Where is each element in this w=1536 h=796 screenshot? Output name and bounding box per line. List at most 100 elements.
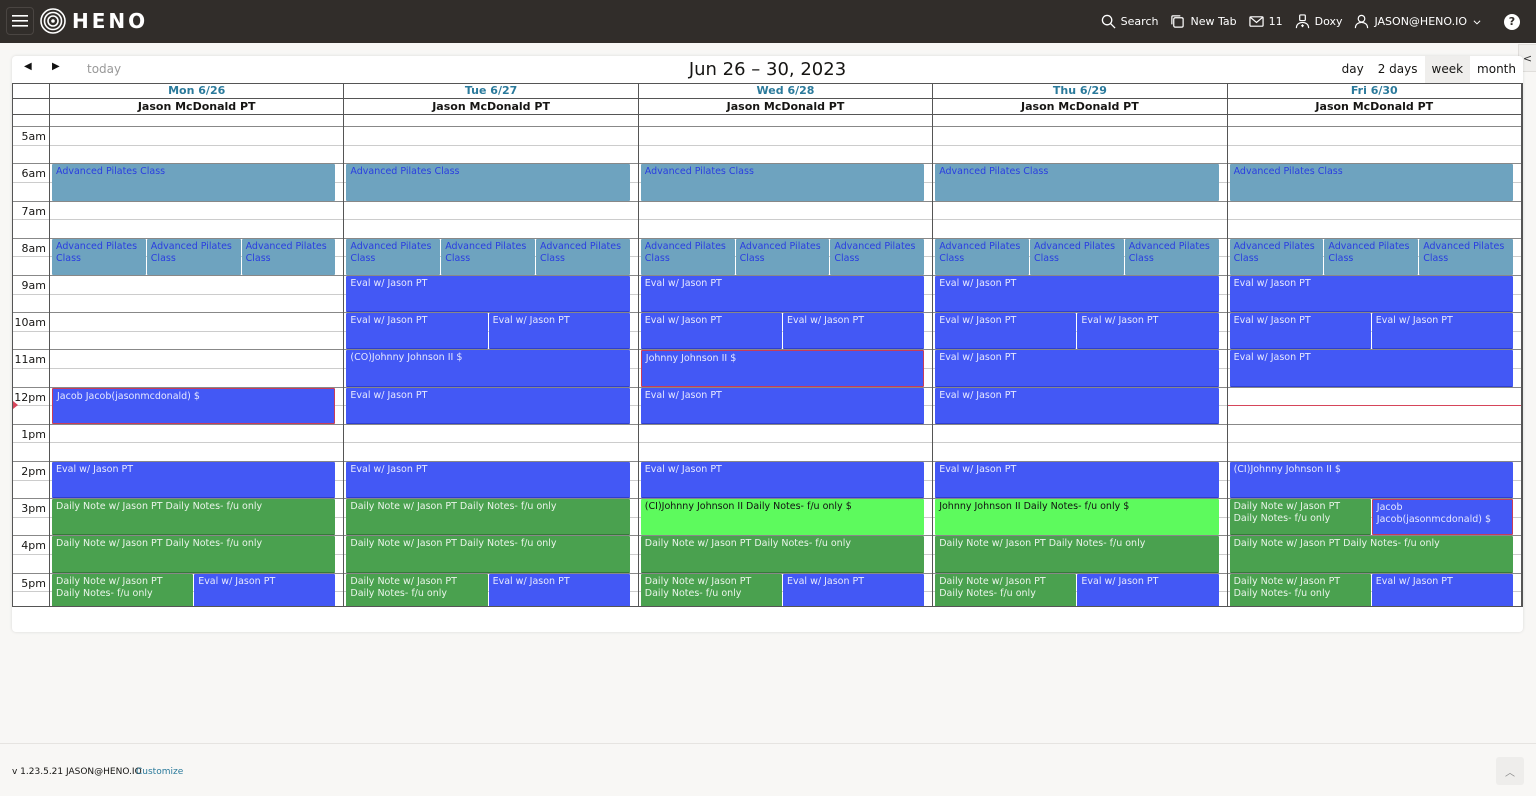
calendar-event[interactable]: Eval w/ Jason PT [52, 461, 336, 499]
calendar-event[interactable]: Eval w/ Jason PT [1229, 350, 1513, 387]
calendar-event[interactable]: Eval w/ Jason PT [782, 573, 925, 606]
menu-button[interactable] [6, 7, 34, 35]
day-column[interactable]: Mon 6/26 Jason McDonald PT Advanced Pilate… [50, 84, 345, 606]
calendar-event[interactable]: (CI)Johnny Johnson II Daily Notes- f/u o… [640, 499, 925, 536]
calendar-event[interactable]: Advanced Pilates Class [346, 164, 630, 201]
calendar-event[interactable]: Advanced Pilates Class [1419, 238, 1513, 275]
calendar-event[interactable]: Advanced Pilates Class [535, 238, 630, 275]
calendar-event[interactable]: Eval w/ Jason PT [346, 275, 630, 313]
calendar-event[interactable]: Eval w/ Jason PT [346, 461, 630, 499]
time-slot [1227, 423, 1521, 425]
calendar-event[interactable]: Daily Note w/ Jason PT Daily Notes- f/u … [52, 536, 336, 573]
calendar-event[interactable]: Eval w/ Jason PT [935, 461, 1219, 499]
calendar-event[interactable]: Eval w/ Jason PT [1077, 573, 1219, 606]
calendar-event[interactable]: Eval w/ Jason PT [1229, 275, 1513, 313]
day-header[interactable]: Thu 6/29 [933, 84, 1227, 99]
calendar-event[interactable]: (CI)Johnny Johnson II $ [1229, 461, 1513, 499]
calendar-event[interactable]: Advanced Pilates Class [241, 238, 336, 275]
time-slot-line [13, 405, 49, 407]
user-menu[interactable]: JASON@HENO.IO [1354, 14, 1482, 29]
calendar-event[interactable]: Eval w/ Jason PT [194, 573, 336, 606]
calendar-event[interactable]: Eval w/ Jason PT [1229, 313, 1371, 350]
calendar-event[interactable]: Johnny Johnson II Daily Notes- f/u only … [935, 499, 1219, 536]
help-button[interactable]: ? [1504, 13, 1520, 30]
calendar-event[interactable]: Advanced Pilates Class [640, 164, 925, 201]
doxy-button[interactable]: Doxy [1295, 14, 1342, 29]
calendar-event[interactable]: Advanced Pilates Class [346, 238, 441, 275]
calendar-event[interactable]: Eval w/ Jason PT [935, 387, 1219, 424]
calendar-event[interactable]: Eval w/ Jason PT [935, 275, 1219, 313]
calendar-event[interactable]: Advanced Pilates Class [1229, 164, 1513, 201]
calendar-event[interactable]: Daily Note w/ Jason PT Daily Notes- f/u … [52, 499, 336, 536]
calendar-event[interactable]: Advanced Pilates Class [1029, 238, 1124, 275]
calendar-event[interactable]: Johnny Johnson II $ [640, 350, 925, 387]
messages-button[interactable]: 11 [1248, 14, 1283, 29]
calendar-event[interactable]: Daily Note w/ Jason PT Daily Notes- f/u … [640, 536, 925, 573]
calendar-event[interactable]: Eval w/ Jason PT [346, 387, 630, 424]
calendar-event[interactable]: Advanced Pilates Class [830, 238, 925, 275]
calendar-event[interactable]: Advanced Pilates Class [146, 238, 241, 275]
calendar-event[interactable]: Eval w/ Jason PT [935, 350, 1219, 387]
calendar-event[interactable]: Daily Note w/ Jason PT Daily Notes- f/u … [52, 573, 194, 606]
calendar-event[interactable]: (CO)Johnny Johnson II $ [346, 350, 630, 387]
day-column[interactable]: Thu 6/29 Jason McDonald PT Advanced Pilate… [933, 84, 1228, 606]
calendar-event[interactable]: Daily Note w/ Jason PT Daily Notes- f/u … [640, 573, 782, 606]
calendar-event[interactable]: Jacob Jacob(jasonmcdonald) $ [52, 387, 336, 424]
view-week-button[interactable]: week [1424, 56, 1471, 83]
calendar-event[interactable]: Daily Note w/ Jason PT Daily Notes- f/u … [935, 573, 1077, 606]
calendar-event[interactable]: Eval w/ Jason PT [640, 313, 782, 350]
calendar-event[interactable]: Advanced Pilates Class [1229, 238, 1324, 275]
calendar-event[interactable]: Daily Note w/ Jason PT Daily Notes- f/u … [346, 536, 630, 573]
day-header[interactable]: Wed 6/28 [638, 84, 933, 99]
calendar-event[interactable]: Eval w/ Jason PT [1371, 313, 1513, 350]
brand-logo[interactable]: HENO [40, 8, 148, 34]
scroll-to-top-button[interactable]: ︿ [1496, 757, 1524, 785]
new-tab-button[interactable]: New Tab [1170, 14, 1237, 29]
day-column[interactable]: Wed 6/28 Jason McDonald PT Advanced Pilate… [638, 84, 934, 606]
calendar-event[interactable]: Advanced Pilates Class [935, 238, 1029, 275]
calendar-event[interactable]: Eval w/ Jason PT [1077, 313, 1219, 350]
day-header[interactable]: Fri 6/30 [1227, 84, 1521, 99]
day-header[interactable]: Mon 6/26 [50, 84, 344, 99]
calendar-event[interactable]: Eval w/ Jason PT [640, 387, 925, 424]
day-column[interactable]: Fri 6/30 Jason McDonald PT Advanced Pilate… [1227, 84, 1522, 606]
calendar-event[interactable]: Daily Note w/ Jason PT Daily Notes- f/u … [346, 573, 488, 606]
calendar-event[interactable]: Eval w/ Jason PT [488, 573, 630, 606]
calendar-event[interactable]: Advanced Pilates Class [441, 238, 535, 275]
time-slot [1227, 219, 1521, 221]
time-slot [50, 144, 344, 146]
calendar-event[interactable]: Daily Note w/ Jason PT Daily Notes- f/u … [1229, 536, 1513, 573]
calendar-event[interactable]: Jacob Jacob(jasonmcdonald) $ [1371, 499, 1513, 536]
day-column[interactable]: Tue 6/27 Jason McDonald PT Advanced Pilate… [344, 84, 639, 606]
calendar-event[interactable]: Eval w/ Jason PT [935, 313, 1077, 350]
calendar-title: Jun 26 – 30, 2023 [688, 59, 847, 80]
time-slot [344, 219, 638, 221]
calendar-event[interactable]: Advanced Pilates Class [935, 164, 1219, 201]
time-slot-line [13, 386, 49, 388]
calendar-event[interactable]: Eval w/ Jason PT [346, 313, 488, 350]
calendar-event[interactable]: Advanced Pilates Class [52, 164, 336, 201]
calendar-event[interactable]: Daily Note w/ Jason PT Daily Notes- f/u … [935, 536, 1219, 573]
calendar-event[interactable]: Advanced Pilates Class [640, 238, 735, 275]
calendar-event[interactable]: Daily Note w/ Jason PT Daily Notes- f/u … [1229, 499, 1371, 536]
calendar-event[interactable]: Advanced Pilates Class [1124, 238, 1219, 275]
calendar-event[interactable]: Advanced Pilates Class [1324, 238, 1419, 275]
view-day-button[interactable]: day [1335, 56, 1371, 83]
calendar-event[interactable]: Eval w/ Jason PT [640, 275, 925, 313]
calendar-event[interactable]: Daily Note w/ Jason PT Daily Notes- f/u … [346, 499, 630, 536]
calendar-event[interactable]: Eval w/ Jason PT [640, 461, 925, 499]
calendar-event[interactable]: Eval w/ Jason PT [488, 313, 630, 350]
calendar-event[interactable]: Eval w/ Jason PT [782, 313, 925, 350]
day-header[interactable]: Tue 6/27 [344, 84, 638, 99]
calendar-event[interactable]: Eval w/ Jason PT [1371, 573, 1513, 606]
time-label: 9am [21, 278, 46, 292]
view-2-days-button[interactable]: 2 days [1371, 56, 1425, 83]
customize-link[interactable]: Customize [136, 767, 183, 777]
time-slot [50, 126, 344, 128]
resource-header: Jason McDonald PT [1227, 99, 1521, 115]
calendar-event[interactable]: Daily Note w/ Jason PT Daily Notes- f/u … [1229, 573, 1371, 606]
search-button[interactable]: Search [1101, 14, 1158, 29]
view-month-button[interactable]: month [1470, 56, 1523, 83]
calendar-event[interactable]: Advanced Pilates Class [735, 238, 830, 275]
calendar-event[interactable]: Advanced Pilates Class [52, 238, 146, 275]
